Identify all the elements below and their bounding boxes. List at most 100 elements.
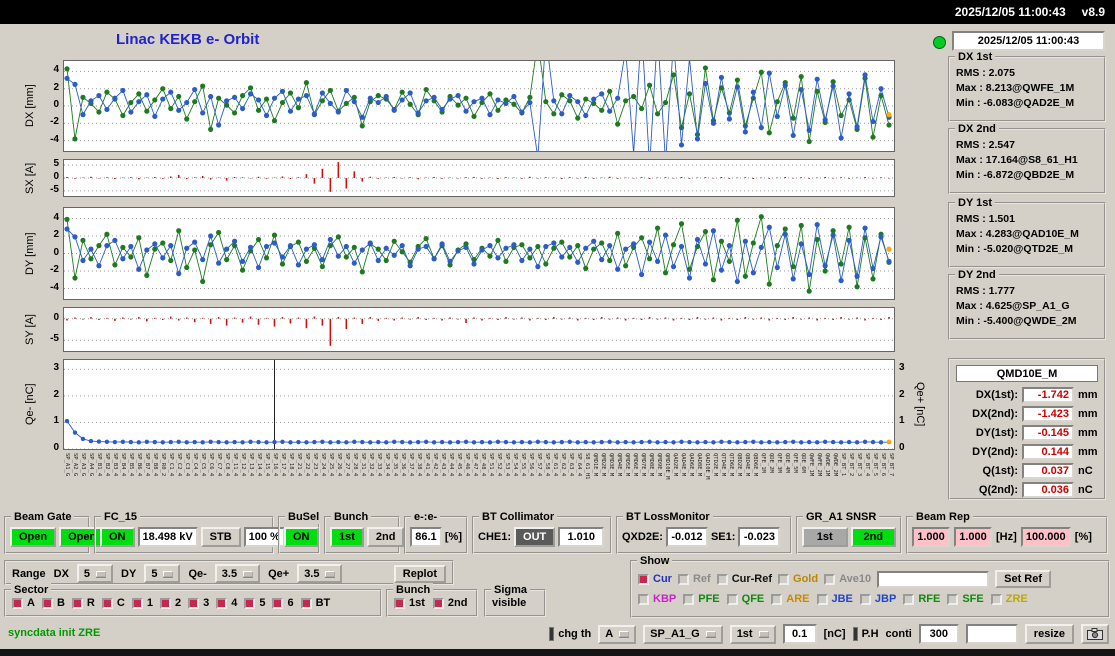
set-ref-button[interactable]: Set Ref bbox=[995, 570, 1052, 588]
snsr-2nd-button[interactable]: 2nd bbox=[850, 527, 896, 547]
range-dx-select[interactable]: 5 bbox=[76, 564, 114, 583]
region-select[interactable]: A bbox=[598, 624, 637, 644]
rms-line: RMS : 2.075 bbox=[956, 67, 1015, 79]
checkbox-b[interactable]: B bbox=[41, 597, 65, 609]
camera-icon bbox=[1087, 628, 1103, 640]
gr-a1-snsr-group: GR_A1 SNSR 1st 2nd bbox=[796, 510, 902, 554]
bunch-2nd-button[interactable]: 2nd bbox=[366, 527, 405, 547]
selected-monitor-values: DX(1st): -1.742 mm DX(2nd): -1.423 mm DY(1st):… bbox=[954, 386, 1100, 498]
titlebar-datetime: 2025/12/05 11:00:43 bbox=[954, 5, 1066, 19]
qe-minus-axis-ticks: 3210 bbox=[53, 362, 59, 453]
set-ref-input[interactable] bbox=[877, 570, 990, 588]
checkbox-rfe[interactable]: RFE bbox=[903, 593, 940, 605]
status-lamp bbox=[933, 36, 946, 49]
dx-axis-label: DX [mm] bbox=[24, 84, 36, 128]
beam-gate-open-1-button[interactable]: Open bbox=[10, 527, 57, 547]
datetime-display: 2025/12/05 11:00:43 bbox=[952, 31, 1105, 51]
dropdown-indicator bbox=[96, 570, 107, 577]
checkbox-qfe[interactable]: QFE bbox=[726, 593, 764, 605]
bunch-order-select[interactable]: 1st bbox=[729, 624, 776, 644]
sy-axis-ticks: 0 -5 bbox=[50, 311, 59, 345]
range-qem-select[interactable]: 3.5 bbox=[214, 564, 261, 583]
beam-rep-rate: 100.000 bbox=[1020, 527, 1071, 547]
device-select[interactable]: SP_A1_G bbox=[643, 624, 723, 644]
checkbox-4[interactable]: 4 bbox=[216, 597, 237, 609]
extra-input[interactable] bbox=[965, 624, 1018, 644]
dx-plot bbox=[63, 60, 895, 152]
checkbox-ref[interactable]: Ref bbox=[677, 573, 711, 585]
checkbox-r[interactable]: R bbox=[71, 597, 95, 609]
snsr-1st-button[interactable]: 1st bbox=[802, 527, 848, 547]
checkbox-gold[interactable]: Gold bbox=[778, 573, 818, 585]
checkbox-c[interactable]: C bbox=[101, 597, 125, 609]
range-qep-select[interactable]: 3.5 bbox=[297, 564, 343, 583]
checkbox-pfe[interactable]: PFE bbox=[683, 593, 720, 605]
sigma-visible-checkbox[interactable]: visible bbox=[492, 597, 526, 609]
checkbox-kbp[interactable]: KBP bbox=[638, 593, 676, 605]
replot-button[interactable]: Replot bbox=[393, 564, 446, 583]
sector-group: Sector A B R C 1 2 3 4 5 6 BT bbox=[4, 583, 382, 617]
checkbox-zre[interactable]: ZRE bbox=[990, 593, 1028, 605]
bunch-1st-button[interactable]: 1st bbox=[330, 527, 364, 547]
checkbox-jbp[interactable]: JBP bbox=[859, 593, 896, 605]
bunch-select-group: Bunch 1st 2nd bbox=[324, 510, 405, 554]
fc15-stb-button[interactable]: STB bbox=[200, 527, 241, 547]
charge-plot bbox=[63, 359, 895, 450]
checkbox-ave10[interactable]: Ave10 bbox=[824, 573, 871, 585]
threshold-input[interactable]: 0.1 bbox=[782, 624, 817, 644]
ee-ratio-value: 86.1 bbox=[410, 527, 442, 547]
checkbox-sfe[interactable]: SFE bbox=[947, 593, 984, 605]
che1-state-button[interactable]: OUT bbox=[514, 527, 556, 547]
stats-box-dx-2nd: DX 2nd RMS : 2.547 Max : 17.164@S8_61_H1 Mi… bbox=[948, 122, 1106, 194]
checkbox-1[interactable]: 1 bbox=[131, 597, 153, 609]
fc15-on-button[interactable]: ON bbox=[100, 527, 135, 547]
monitor-value-row: Q(1st): 0.037 nC bbox=[982, 462, 1093, 479]
resize-button[interactable]: resize bbox=[1024, 624, 1074, 644]
conti-label[interactable]: conti bbox=[886, 628, 912, 640]
max-line: Max : 17.164@S8_61_H1 bbox=[956, 154, 1078, 166]
fc15-kv-value: 18.498 kV bbox=[137, 527, 198, 547]
checkbox-jbe[interactable]: JBE bbox=[816, 593, 853, 605]
ee-ratio-title: e-:e- bbox=[411, 510, 441, 524]
checkbox-cur-ref[interactable]: Cur-Ref bbox=[716, 573, 772, 585]
screenshot-button[interactable] bbox=[1081, 624, 1109, 644]
checkbox-are[interactable]: ARE bbox=[771, 593, 810, 605]
busel-group: BuSel ON bbox=[278, 510, 323, 554]
beam-rep-value-1: 1.000 bbox=[912, 527, 950, 547]
min-line: Min : -6.083@QAD2E_M bbox=[956, 97, 1075, 109]
bt-collimator-group: BT Collimator CHE1: OUT 1.010 bbox=[472, 510, 612, 554]
selected-monitor-name: QMD10E_M bbox=[956, 365, 1098, 382]
count-input[interactable]: 300 bbox=[918, 624, 959, 644]
show-title: Show bbox=[637, 554, 673, 568]
checkbox-2nd[interactable]: 2nd bbox=[432, 597, 467, 609]
window-bottom-edge bbox=[0, 649, 1115, 656]
checkbox-3[interactable]: 3 bbox=[188, 597, 209, 609]
range-dy-select[interactable]: 5 bbox=[144, 564, 181, 583]
che1-label: CHE1: bbox=[478, 531, 512, 543]
checkbox-a[interactable]: A bbox=[12, 597, 35, 609]
checkbox-6[interactable]: 6 bbox=[272, 597, 294, 609]
sigma-visible-label: visible bbox=[492, 597, 527, 609]
busel-on-button[interactable]: ON bbox=[284, 527, 319, 547]
fc15-group: FC_15 ON 18.498 kV STB 100 % bbox=[94, 510, 285, 554]
checkbox-1st[interactable]: 1st bbox=[394, 597, 425, 609]
sx-plot bbox=[63, 159, 895, 197]
sy-axis-label: SY [A] bbox=[24, 314, 36, 345]
range-dx-value: 5 bbox=[83, 567, 91, 580]
chg-th-checkbox[interactable]: chg th bbox=[549, 627, 591, 641]
checkbox-5[interactable]: 5 bbox=[244, 597, 265, 609]
status-bar: syncdata init ZRE chg th A SP_A1_G 1st 0… bbox=[0, 620, 1115, 648]
bunch-view-group: Bunch 1st 2nd bbox=[386, 583, 478, 617]
checkbox-bt[interactable]: BT bbox=[300, 597, 330, 609]
range-qep-value: 3.5 bbox=[304, 567, 320, 580]
checkbox-cur[interactable]: Cur bbox=[638, 573, 672, 585]
bt-collimator-title: BT Collimator bbox=[479, 510, 558, 524]
threshold-unit: [nC] bbox=[823, 628, 846, 640]
selected-monitor-panel: QMD10E_M DX(1st): -1.742 mm DX(2nd): -1.423 m… bbox=[948, 358, 1106, 500]
checkbox-2[interactable]: 2 bbox=[159, 597, 181, 609]
dropdown-indicator bbox=[705, 631, 716, 637]
se1-value: -0.023 bbox=[738, 527, 781, 547]
rms-line: RMS : 2.547 bbox=[956, 139, 1015, 151]
ph-checkbox[interactable]: P.H bbox=[852, 627, 879, 641]
sx-axis-ticks: 5 0 -5 bbox=[50, 158, 59, 195]
